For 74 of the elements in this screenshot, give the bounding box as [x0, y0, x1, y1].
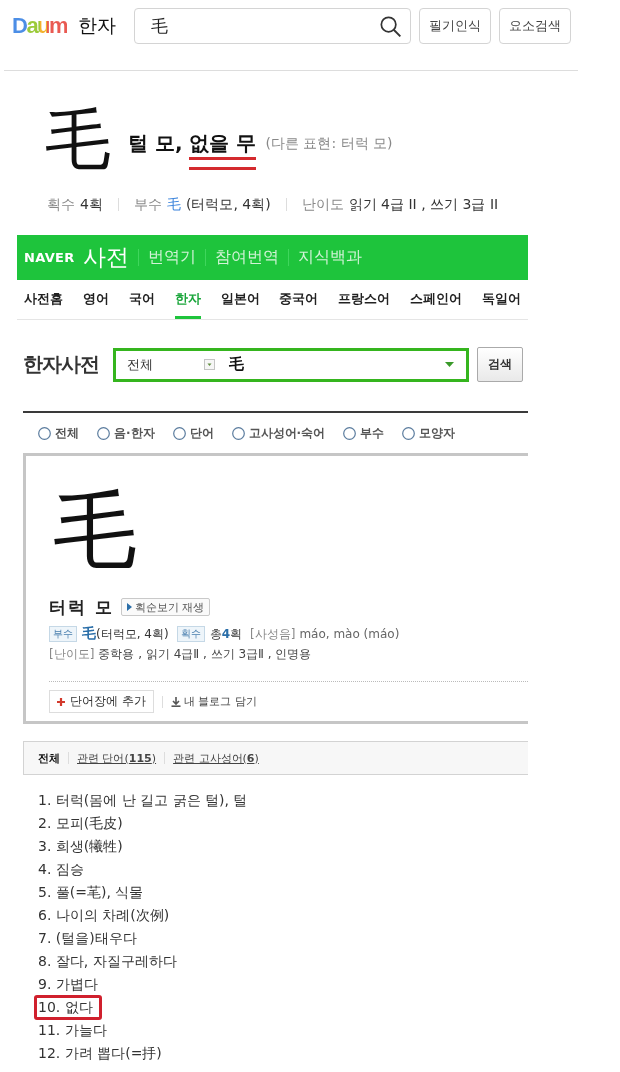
- level-text: 중학용 , 읽기 4급Ⅱ , 쓰기 3급Ⅱ , 인명용: [98, 645, 312, 663]
- reading-text: 없을 무: [188, 131, 256, 170]
- meaning-text: 7. (털을)태우다: [38, 929, 137, 948]
- result-tab[interactable]: 관련 단어(115): [77, 750, 157, 766]
- search-button[interactable]: 검색: [477, 347, 523, 382]
- result-tab[interactable]: 관련 고사성어(6): [173, 750, 259, 766]
- meaning-text: 1. 터럭(몸에 난 길고 굵은 털), 털: [38, 791, 248, 810]
- radical-label: 부수: [49, 626, 77, 642]
- header-button[interactable]: 요소검색: [499, 8, 572, 44]
- section-title: 한자: [78, 13, 117, 38]
- info-value: 4획: [80, 195, 103, 213]
- plus-icon: [57, 697, 65, 706]
- dictionary-tab[interactable]: 영어: [82, 280, 109, 319]
- info-label: 난이도: [301, 195, 344, 213]
- meaning-text: 8. 잘다, 자질구레하다: [38, 952, 177, 971]
- radio-icon[interactable]: [343, 426, 357, 440]
- pinyin-label: [사성음]: [250, 625, 296, 643]
- info-value: 읽기 4급 II , 쓰기 3급 II: [348, 195, 499, 213]
- dictionary-tab[interactable]: 스페인어: [410, 280, 463, 319]
- save-to-blog-link[interactable]: 내 블로그 담기: [170, 694, 257, 709]
- radio-icon[interactable]: [402, 426, 416, 440]
- pinyin-text: máo, mào (máo): [299, 627, 400, 641]
- header-button[interactable]: 필기인식: [419, 8, 492, 44]
- stroke-count-text: 총4획: [209, 625, 242, 643]
- filter-option[interactable]: 모양자: [402, 424, 456, 442]
- meaning-text: 12. 가려 뽑다(=抙): [38, 1044, 162, 1063]
- radical-link[interactable]: 毛: [82, 625, 96, 643]
- stroke-order-button[interactable]: 획순보기 재생: [120, 598, 211, 616]
- meaning-text: 5. 풀(=芼), 식물: [38, 883, 144, 902]
- meaning-text: 4. 짐승: [38, 860, 84, 879]
- dropdown-icon[interactable]: [204, 359, 215, 370]
- level-label: [난이도]: [49, 645, 95, 663]
- search-icon[interactable]: [380, 15, 402, 37]
- filter-option[interactable]: 고사성어·숙어: [231, 424, 326, 442]
- search-field[interactable]: 毛: [134, 8, 412, 44]
- dictionary-tab[interactable]: 사전홈: [24, 280, 63, 319]
- info-value: (터럭모, 4획): [185, 195, 271, 213]
- play-icon: [126, 603, 132, 611]
- meaning-text: 9. 가볍다: [38, 975, 98, 994]
- radio-icon[interactable]: [172, 426, 186, 440]
- add-to-wordbook-button[interactable]: 단어장에 추가: [49, 690, 154, 713]
- dictionary-tab[interactable]: 프랑스어: [338, 280, 391, 319]
- dictionary-tab[interactable]: 국어: [128, 280, 155, 319]
- meaning-text: 10. 없다: [34, 995, 102, 1020]
- filter-option[interactable]: 단어: [172, 424, 214, 442]
- download-icon: [170, 696, 181, 707]
- reading-text: 털 모,: [128, 131, 183, 155]
- search-input[interactable]: 毛: [229, 355, 445, 374]
- radio-icon[interactable]: [97, 426, 110, 440]
- radical-link[interactable]: 毛: [166, 195, 181, 213]
- meaning-text: 11. 가늘다: [38, 1021, 107, 1040]
- info-label: 획수: [47, 195, 75, 213]
- meaning-text: 3. 희생(犧牲): [38, 837, 123, 856]
- hanja-character: 毛: [45, 107, 111, 173]
- alternate-reading-text: (다른 표현: 터럭 모): [265, 134, 393, 153]
- radical-detail-text: (터럭모, 4획): [96, 625, 169, 643]
- scope-dropdown[interactable]: 전체: [127, 355, 215, 374]
- filter-option[interactable]: 부수: [343, 424, 385, 442]
- meaning-text: 2. 모피(毛皮): [38, 814, 123, 833]
- dictionary-tab[interactable]: 일본어: [220, 280, 260, 319]
- radio-icon[interactable]: [231, 426, 245, 440]
- caret-icon[interactable]: [445, 362, 454, 367]
- hanja-character: 毛: [53, 488, 137, 572]
- result-tab[interactable]: 전체: [38, 750, 60, 766]
- filter-option[interactable]: 음·한자: [97, 424, 155, 442]
- meaning-text: 6. 나이의 차례(次例): [38, 906, 170, 925]
- dictionary-tab[interactable]: 중국어: [279, 280, 319, 319]
- filter-option[interactable]: 전체: [38, 424, 79, 442]
- dictionary-heading: 한자사전: [23, 351, 99, 378]
- dictionary-tab[interactable]: 독일어: [482, 280, 521, 319]
- stroke-count-label: 획수: [176, 626, 205, 642]
- radio-icon[interactable]: [38, 426, 51, 440]
- reading-text: 터럭 모: [49, 595, 114, 619]
- info-label: 부수: [133, 195, 162, 213]
